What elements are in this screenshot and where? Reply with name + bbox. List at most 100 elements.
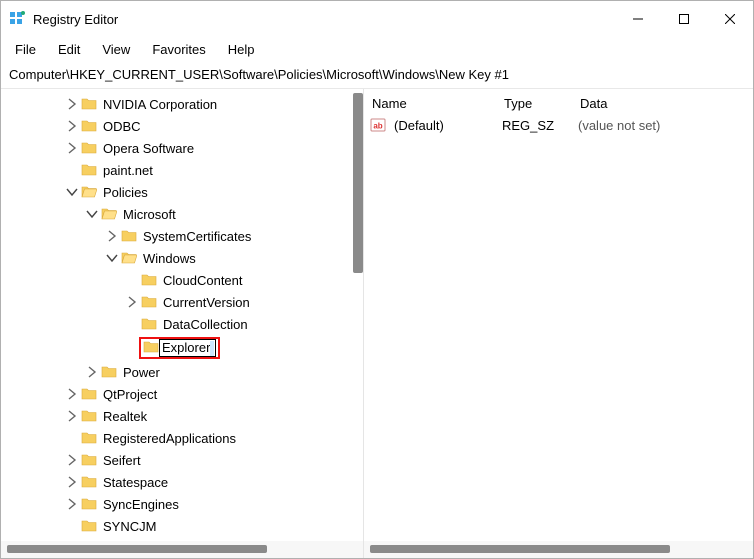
chevron-right-icon[interactable] — [65, 497, 79, 511]
chevron-down-icon[interactable] — [65, 185, 79, 199]
chevron-right-icon[interactable] — [65, 453, 79, 467]
chevron-down-icon[interactable] — [85, 207, 99, 221]
tree-label: Seifert — [101, 453, 143, 468]
folder-icon — [81, 518, 97, 534]
chevron-right-icon[interactable] — [65, 119, 79, 133]
expander-empty — [65, 519, 79, 533]
menu-help[interactable]: Help — [218, 40, 265, 59]
tree-node-seifert[interactable]: Seifert — [5, 449, 363, 471]
scrollbar-thumb[interactable] — [370, 545, 670, 553]
tree-node-policies[interactable]: Policies — [5, 181, 363, 203]
chevron-down-icon[interactable] — [105, 251, 119, 265]
tree-label: Statespace — [101, 475, 170, 490]
tree-node-explorer-highlight: Explorer — [5, 335, 363, 361]
value-row[interactable]: ab (Default) REG_SZ (value not set) — [364, 115, 753, 135]
tree-node-registeredapplications[interactable]: RegisteredApplications — [5, 427, 363, 449]
tree-node-power[interactable]: Power — [5, 361, 363, 383]
chevron-right-icon[interactable] — [65, 97, 79, 111]
tree-node-paintnet[interactable]: paint.net — [5, 159, 363, 181]
folder-icon — [81, 140, 97, 156]
tree-label: DataCollection — [161, 317, 250, 332]
tree-node-opera[interactable]: Opera Software — [5, 137, 363, 159]
address-bar[interactable]: Computer\HKEY_CURRENT_USER\Software\Poli… — [1, 63, 753, 89]
tree-label: CloudContent — [161, 273, 245, 288]
annotation-highlight: Explorer — [139, 337, 220, 359]
menu-edit[interactable]: Edit — [48, 40, 90, 59]
minimize-button[interactable] — [615, 1, 661, 37]
values-list[interactable]: ab (Default) REG_SZ (value not set) — [364, 113, 753, 541]
expander-empty — [125, 317, 139, 331]
folder-icon — [141, 272, 157, 288]
tree-label: QtProject — [101, 387, 159, 402]
column-name[interactable]: Name — [364, 94, 496, 113]
horizontal-scrollbar-left[interactable] — [1, 541, 363, 558]
tree-node-odbc[interactable]: ODBC — [5, 115, 363, 137]
folder-icon — [143, 339, 159, 358]
tree-node-cloudcontent[interactable]: CloudContent — [5, 269, 363, 291]
tree-node-nvidia[interactable]: NVIDIA Corporation — [5, 93, 363, 115]
titlebar: Registry Editor — [1, 1, 753, 37]
rename-input[interactable]: Explorer — [159, 339, 216, 357]
folder-icon — [81, 430, 97, 446]
chevron-right-icon[interactable] — [65, 409, 79, 423]
tree-node-systemcertificates[interactable]: SystemCertificates — [5, 225, 363, 247]
chevron-right-icon[interactable] — [125, 295, 139, 309]
window-title: Registry Editor — [33, 12, 615, 27]
values-pane: Name Type Data ab (Default) REG_SZ (valu… — [364, 89, 753, 558]
tree-node-currentversion[interactable]: CurrentVersion — [5, 291, 363, 313]
tree-node-windows[interactable]: Windows — [5, 247, 363, 269]
menu-favorites[interactable]: Favorites — [142, 40, 215, 59]
value-type: REG_SZ — [494, 118, 570, 133]
horizontal-scrollbar-right[interactable] — [364, 541, 753, 558]
menu-view[interactable]: View — [92, 40, 140, 59]
tree-label: NVIDIA Corporation — [101, 97, 219, 112]
scrollbar-thumb[interactable] — [7, 545, 267, 553]
folder-icon — [141, 316, 157, 332]
tree-node-realtek[interactable]: Realtek — [5, 405, 363, 427]
tree-node-qtproject[interactable]: QtProject — [5, 383, 363, 405]
tree-node-microsoft[interactable]: Microsoft — [5, 203, 363, 225]
folder-icon — [81, 162, 97, 178]
column-data[interactable]: Data — [572, 94, 753, 113]
app-icon — [9, 11, 25, 27]
chevron-right-icon[interactable] — [65, 475, 79, 489]
close-button[interactable] — [707, 1, 753, 37]
tree-node-statespace[interactable]: Statespace — [5, 471, 363, 493]
folder-icon — [81, 452, 97, 468]
folder-open-icon — [81, 184, 97, 200]
tree-node-syncjm[interactable]: SYNCJM — [5, 515, 363, 537]
tree-label: Windows — [141, 251, 198, 266]
chevron-right-icon[interactable] — [65, 141, 79, 155]
tree-label: ODBC — [101, 119, 143, 134]
tree-label: Realtek — [101, 409, 149, 424]
tree-label: Policies — [101, 185, 150, 200]
window-controls — [615, 1, 753, 37]
expander-empty — [125, 273, 139, 287]
chevron-right-icon[interactable] — [105, 229, 119, 243]
folder-icon — [81, 386, 97, 402]
tree-label: SYNCJM — [101, 519, 158, 534]
content-area: NVIDIA Corporation ODBC Opera Software p… — [1, 89, 753, 558]
menu-file[interactable]: File — [5, 40, 46, 59]
vertical-scrollbar[interactable] — [353, 93, 363, 273]
folder-icon — [81, 474, 97, 490]
chevron-right-icon[interactable] — [65, 387, 79, 401]
tree-label: CurrentVersion — [161, 295, 252, 310]
expander-empty — [65, 431, 79, 445]
tree-label: RegisteredApplications — [101, 431, 238, 446]
registry-tree[interactable]: NVIDIA Corporation ODBC Opera Software p… — [1, 89, 363, 541]
folder-icon — [81, 118, 97, 134]
folder-icon — [81, 496, 97, 512]
maximize-button[interactable] — [661, 1, 707, 37]
tree-node-syncengines[interactable]: SyncEngines — [5, 493, 363, 515]
tree-label: SystemCertificates — [141, 229, 253, 244]
chevron-right-icon[interactable] — [85, 365, 99, 379]
tree-node-datacollection[interactable]: DataCollection — [5, 313, 363, 335]
value-data: (value not set) — [570, 118, 753, 133]
value-name: (Default) — [386, 118, 494, 133]
column-type[interactable]: Type — [496, 94, 572, 113]
tree-label: Power — [121, 365, 162, 380]
tree-label: Microsoft — [121, 207, 178, 222]
folder-open-icon — [101, 206, 117, 222]
tree-pane: NVIDIA Corporation ODBC Opera Software p… — [1, 89, 363, 558]
